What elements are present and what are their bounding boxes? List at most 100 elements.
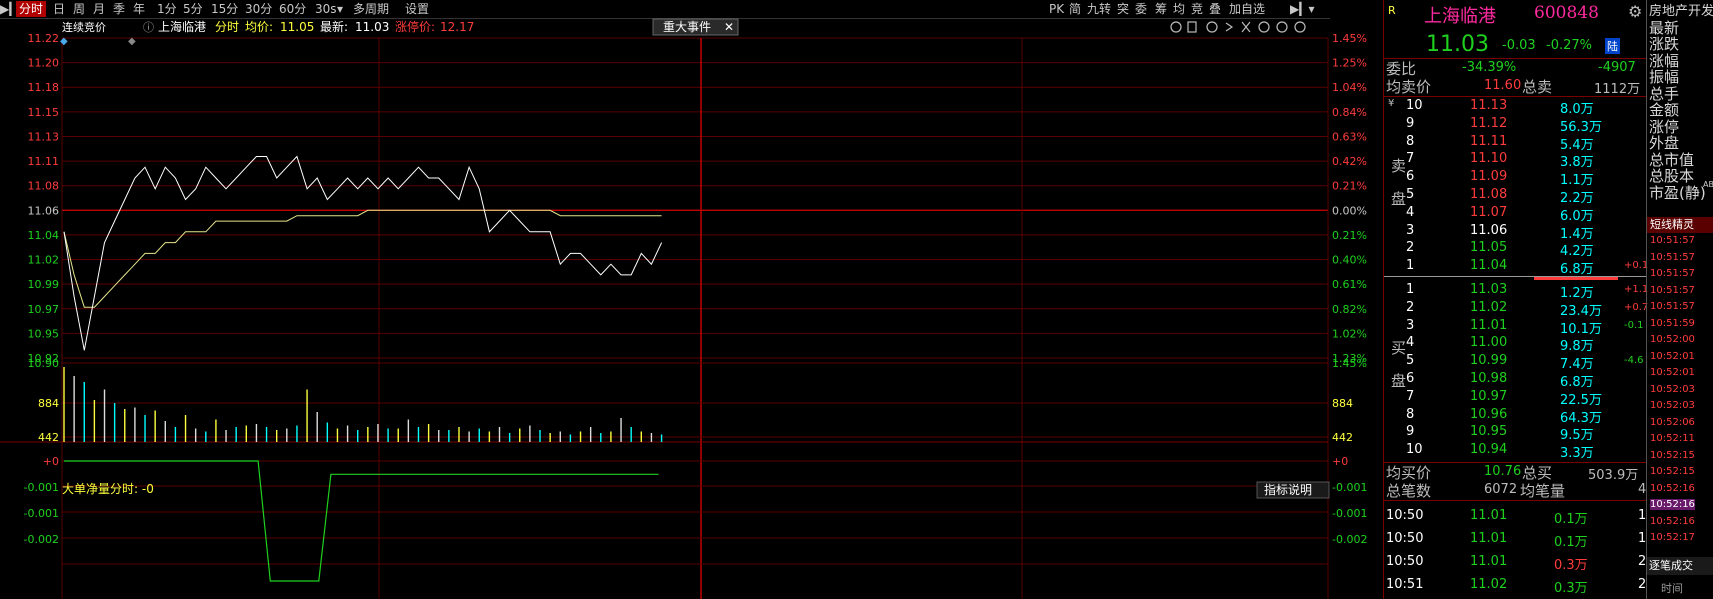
short-line-time[interactable]: 10:52:15 (1650, 450, 1695, 461)
tab-1min[interactable]: 1分 (154, 1, 180, 17)
short-line-time[interactable]: 10:52:16 (1650, 483, 1695, 494)
weibi-value: -34.39% (1462, 60, 1517, 75)
level-change: +0.1 (1624, 260, 1649, 272)
trade-volume: 0.3万 (1554, 558, 1588, 573)
short-line-time[interactable]: 10:52:06 (1650, 417, 1695, 428)
level-number: 7 (1406, 388, 1415, 404)
play-icon[interactable] (1206, 21, 1218, 33)
undo-icon[interactable] (1225, 22, 1234, 32)
avg-price-line (63, 209, 662, 308)
level-price: 10.95 (1470, 424, 1508, 440)
short-line-time[interactable]: 10:52:03 (1650, 400, 1695, 411)
short-line-time[interactable]: 10:52:00 (1650, 334, 1695, 345)
tab-year[interactable]: 年 (130, 1, 148, 17)
short-line-time[interactable]: 10:51:57 (1650, 268, 1695, 279)
tab-season[interactable]: 季 (110, 1, 128, 17)
major-event-label: 重大事件 (663, 20, 711, 34)
btn-jing[interactable]: 竞 (1188, 1, 1206, 17)
level-volume: 6.8万 (1560, 262, 1594, 278)
trade-price: 11.01 (1470, 554, 1508, 569)
total-buy-value: 503.9万 (1588, 468, 1639, 483)
short-line-time[interactable]: 10:51:57 (1650, 285, 1695, 296)
tab-30min[interactable]: 30分 (242, 1, 275, 17)
tab-30s[interactable]: 30s (312, 1, 340, 17)
event-diamond-icon[interactable]: ◆ (60, 36, 68, 47)
short-line-time[interactable]: 10:52:17 (1650, 532, 1695, 543)
tab-fenshi[interactable]: 分时 (16, 1, 47, 17)
btn-chou[interactable]: 筹 (1152, 1, 1170, 17)
level-volume: 2.2万 (1560, 191, 1594, 206)
btn-pk[interactable]: PK (1046, 1, 1067, 17)
short-line-time[interactable]: 10:52:16 (1650, 499, 1695, 510)
short-line-time[interactable]: 10:52:03 (1650, 384, 1695, 395)
gear-icon[interactable]: ⚙ (1628, 2, 1642, 21)
btn-jiuzhuan[interactable]: 九转 (1084, 1, 1114, 17)
short-line-time[interactable]: 10:51:57 (1650, 252, 1695, 263)
period-toolbar: ▶▎ 分时 日 周 月 季 年 1分 5分 15分 30分 60分 30s ▾ … (0, 0, 1330, 19)
btn-add-watchlist[interactable]: 加自选 (1226, 1, 1268, 17)
level-price: 11.02 (1470, 299, 1508, 315)
buy-strength-bar (1534, 277, 1618, 280)
btn-simple[interactable]: 简 (1066, 1, 1084, 17)
total-trades-label: 总笔数 (1386, 482, 1432, 500)
tab-15min[interactable]: 15分 (208, 1, 241, 17)
indicator-axis: +0 +0 -0.001 -0.001 -0.001 -0.001 -0.002 -0.002 (24, 455, 1368, 546)
tab-60min[interactable]: 60分 (276, 1, 309, 17)
dropdown-icon[interactable]: ▾ (337, 1, 343, 17)
level-number: 3 (1406, 317, 1415, 333)
short-line-time[interactable]: 10:52:16 (1650, 516, 1695, 527)
level-volume: 64.3万 (1560, 410, 1602, 426)
expand-icon[interactable]: ▶▎▾ (1290, 1, 1314, 17)
short-line-time[interactable]: 10:52:01 (1650, 367, 1695, 378)
deal-tab[interactable]: 逐笔成交 (1647, 557, 1713, 575)
zoom-out-icon[interactable] (1294, 21, 1306, 33)
short-line-time[interactable]: 10:52:01 (1650, 351, 1695, 362)
tab-5min[interactable]: 5分 (180, 1, 206, 17)
info-item: 市盈(静) (1649, 183, 1706, 202)
short-line-time[interactable]: 10:52:11 (1650, 433, 1695, 444)
pct-tick: 0.21% (1332, 229, 1367, 242)
trade-time: 10:50 (1386, 508, 1424, 523)
close-icon[interactable]: ✕ (724, 20, 734, 34)
mode-label: 分时 (215, 20, 239, 34)
btn-jun[interactable]: 均 (1170, 1, 1188, 17)
level-volume: 4.2万 (1560, 244, 1594, 260)
hand-icon[interactable] (1187, 21, 1197, 33)
latest-label: 最新: (320, 19, 348, 34)
indicator-tick: -0.001 (24, 507, 59, 520)
short-line-time[interactable]: 10:51:57 (1650, 235, 1695, 246)
refresh-icon[interactable] (1258, 21, 1270, 33)
tab-month[interactable]: 月 (90, 1, 108, 17)
level-number: 4 (1406, 204, 1415, 220)
tab-day[interactable]: 日 (50, 1, 68, 17)
indicator-tick: -0.002 (24, 533, 59, 546)
event-diamond-icon[interactable]: ◆ (128, 36, 136, 47)
short-line-time[interactable]: 10:51:59 (1650, 318, 1695, 329)
collapse-icon[interactable]: ▶▎ (0, 1, 18, 17)
zoom-in-icon[interactable] (1276, 21, 1288, 33)
btn-die[interactable]: 叠 (1206, 1, 1224, 17)
avg-buy-value: 10.76 (1484, 464, 1522, 479)
eye-icon[interactable] (1170, 21, 1182, 33)
level-volume: 3.8万 (1560, 155, 1594, 171)
weicha-value: -4907 (1598, 60, 1636, 75)
volume-bars (63, 367, 663, 442)
price-tick: 11.08 (28, 180, 60, 193)
pct-tick: 0.00% (1332, 204, 1367, 217)
btn-wei[interactable]: 委 (1132, 1, 1150, 17)
intraday-chart: 连续竞价 ⓘ 上海临港 分时 均价: 11.05 最新: 11.03 涨停价: … (0, 18, 1368, 599)
tab-multi-period[interactable]: 多周期 (350, 1, 392, 17)
tab-week[interactable]: 周 (70, 1, 88, 17)
scissors-icon[interactable] (1241, 21, 1251, 33)
short-line-time[interactable]: 10:51:57 (1650, 301, 1695, 312)
level-price: 11.04 (1470, 258, 1508, 274)
btn-tu[interactable]: 突 (1114, 1, 1132, 17)
info-icon[interactable]: ⓘ (143, 21, 154, 34)
tab-settings[interactable]: 设置 (402, 1, 432, 17)
latest-value: 11.03 (355, 20, 389, 34)
stock-name: 上海临港 (158, 19, 206, 34)
avg-sell-value: 11.60 (1484, 78, 1522, 93)
short-line-time[interactable]: 10:52:15 (1650, 466, 1695, 477)
volume-tick: 884 (38, 397, 59, 410)
price-tick: 11.11 (28, 155, 60, 168)
